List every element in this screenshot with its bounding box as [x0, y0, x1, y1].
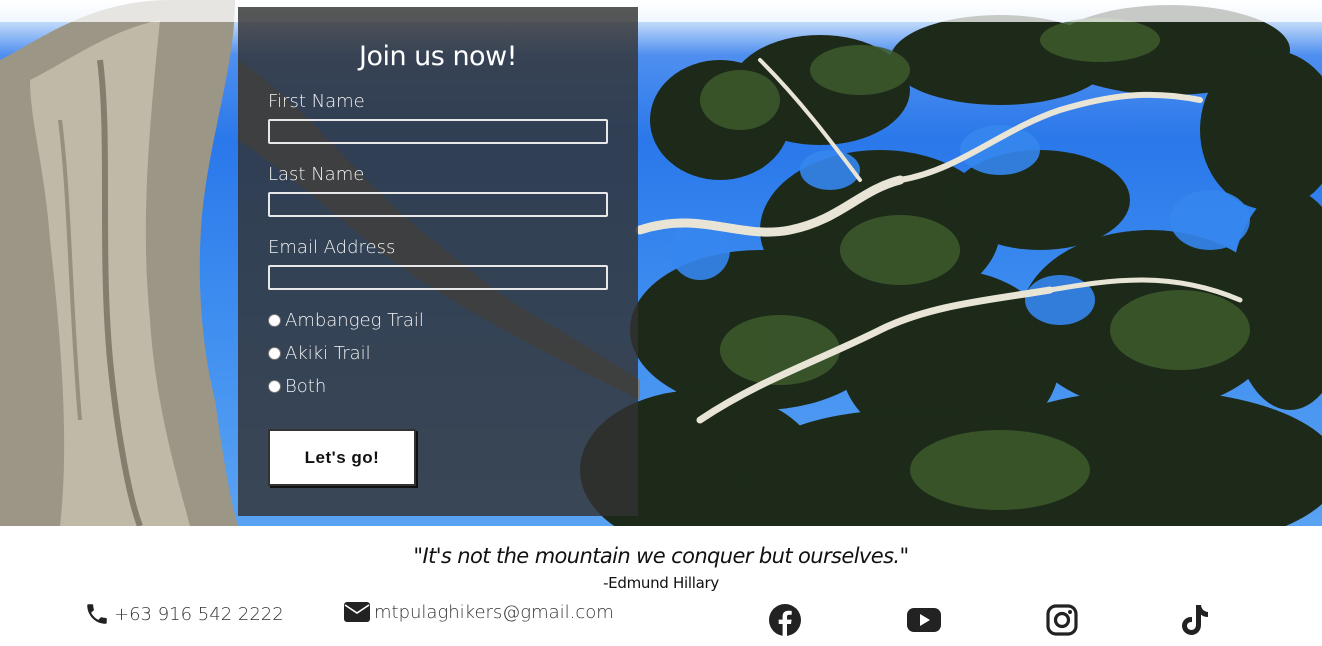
radio-label-both: Both [285, 376, 327, 397]
radio-option-ambangeg[interactable]: Ambangeg Trail [268, 310, 424, 331]
phone-contact: +63 916 542 2222 [84, 601, 284, 627]
envelope-icon [344, 602, 370, 622]
radio-button-akiki[interactable] [268, 347, 281, 360]
signup-form-card: Join us now! First Name Last Name Email … [238, 7, 638, 516]
tiktok-icon[interactable] [1180, 603, 1210, 637]
radio-button-ambangeg[interactable] [268, 314, 281, 327]
first-name-input[interactable] [268, 119, 608, 144]
youtube-icon[interactable] [906, 603, 942, 637]
facebook-icon[interactable] [768, 603, 802, 637]
radio-option-both[interactable]: Both [268, 376, 326, 397]
radio-label-akiki: Akiki Trail [285, 343, 371, 364]
form-title: Join us now! [359, 41, 517, 72]
last-name-input[interactable] [268, 192, 608, 217]
phone-icon [87, 604, 107, 624]
instagram-icon[interactable] [1046, 603, 1078, 637]
radio-label-ambangeg: Ambangeg Trail [285, 310, 424, 331]
hero-background [0, 0, 1322, 526]
phone-number: +63 916 542 2222 [114, 603, 284, 625]
last-name-label: Last Name [268, 164, 365, 185]
email-input[interactable] [268, 265, 608, 290]
first-name-label: First Name [268, 91, 365, 112]
radio-button-both[interactable] [268, 380, 281, 393]
quote-author: -Edmund Hillary [603, 574, 719, 592]
email-address: mtpulaghikers@gmail.com [374, 601, 614, 623]
quote-text: "It's not the mountain we conquer but ou… [413, 544, 909, 568]
radio-option-akiki[interactable]: Akiki Trail [268, 343, 371, 364]
email-label: Email Address [268, 237, 396, 258]
submit-button[interactable]: Let's go! [268, 429, 416, 486]
forest-canopy-image [0, 0, 1322, 526]
email-contact: mtpulaghikers@gmail.com [344, 601, 614, 623]
